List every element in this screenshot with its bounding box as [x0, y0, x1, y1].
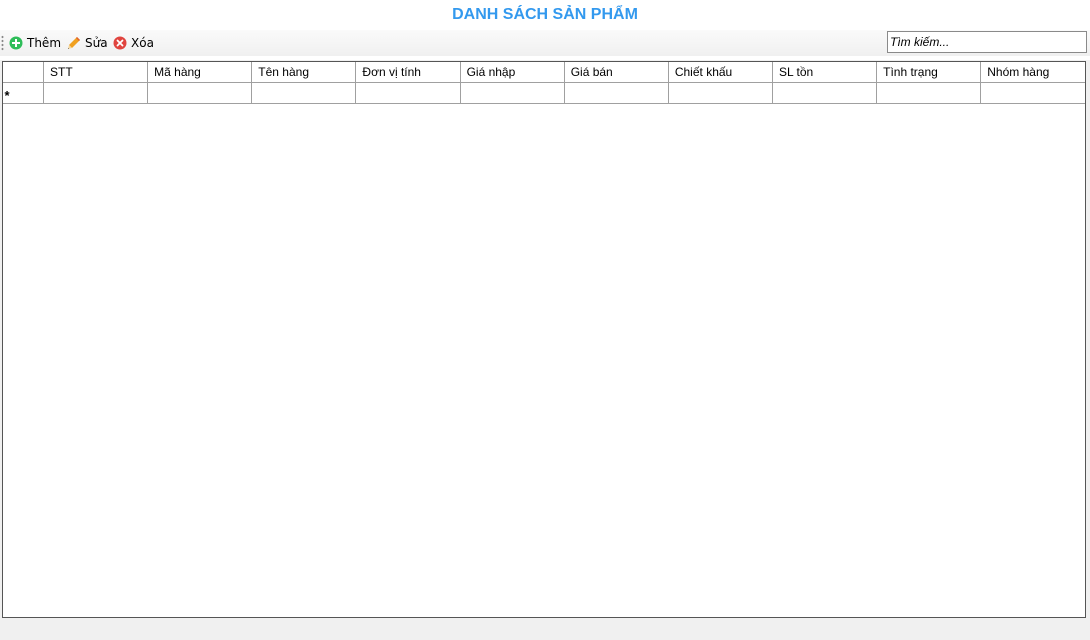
- new-row-header[interactable]: *: [3, 82, 44, 104]
- product-grid[interactable]: STT Mã hàng Tên hàng Đơn vị tính Giá nhậ…: [2, 61, 1086, 618]
- cell-don-vi-tinh[interactable]: [355, 82, 461, 104]
- delete-button[interactable]: Xóa: [113, 34, 154, 52]
- cell-stt[interactable]: [42, 82, 149, 104]
- cell-tinh-trang[interactable]: [876, 82, 982, 104]
- column-header-gia-nhap[interactable]: Giá nhập: [459, 62, 565, 83]
- column-header-ma-hang[interactable]: Mã hàng: [147, 62, 253, 83]
- cell-ma-hang[interactable]: [147, 82, 253, 104]
- column-header-gia-ban[interactable]: Giá bán: [563, 62, 669, 83]
- cell-gia-nhap[interactable]: [459, 82, 565, 104]
- delete-button-label: Xóa: [131, 36, 154, 50]
- cell-chiet-khau[interactable]: [667, 82, 773, 104]
- cell-ten-hang[interactable]: [251, 82, 357, 104]
- column-header-nhom-hang[interactable]: Nhóm hàng: [980, 62, 1085, 83]
- row-header-corner[interactable]: [3, 62, 44, 83]
- new-row-marker: *: [4, 87, 10, 103]
- pencil-icon: [67, 36, 81, 50]
- column-header-chiet-khau[interactable]: Chiết khấu: [667, 62, 773, 83]
- column-header-tinh-trang[interactable]: Tình trạng: [876, 62, 982, 83]
- column-header-ten-hang[interactable]: Tên hàng: [251, 62, 357, 83]
- product-table: STT Mã hàng Tên hàng Đơn vị tính Giá nhậ…: [3, 62, 1085, 104]
- search-input[interactable]: [887, 31, 1087, 53]
- x-circle-icon: [113, 36, 127, 50]
- column-header-sl-ton[interactable]: SL tồn: [771, 62, 878, 83]
- toolbar-grip[interactable]: [1, 35, 4, 51]
- header-row: STT Mã hàng Tên hàng Đơn vị tính Giá nhậ…: [3, 62, 1085, 83]
- cell-nhom-hang[interactable]: [980, 82, 1085, 104]
- cell-sl-ton[interactable]: [771, 82, 878, 104]
- add-button-label: Thêm: [27, 36, 62, 50]
- new-row[interactable]: *: [3, 82, 1085, 104]
- column-header-don-vi-tinh[interactable]: Đơn vị tính: [355, 62, 461, 83]
- column-header-stt[interactable]: STT: [42, 62, 149, 83]
- cell-gia-ban[interactable]: [563, 82, 669, 104]
- edit-button-label: Sửa: [85, 36, 108, 50]
- edit-button[interactable]: Sửa: [67, 34, 108, 52]
- plus-circle-icon: [9, 36, 23, 50]
- page-title: DANH SÁCH SẢN PHẨM: [452, 6, 638, 23]
- add-button[interactable]: Thêm: [9, 34, 61, 52]
